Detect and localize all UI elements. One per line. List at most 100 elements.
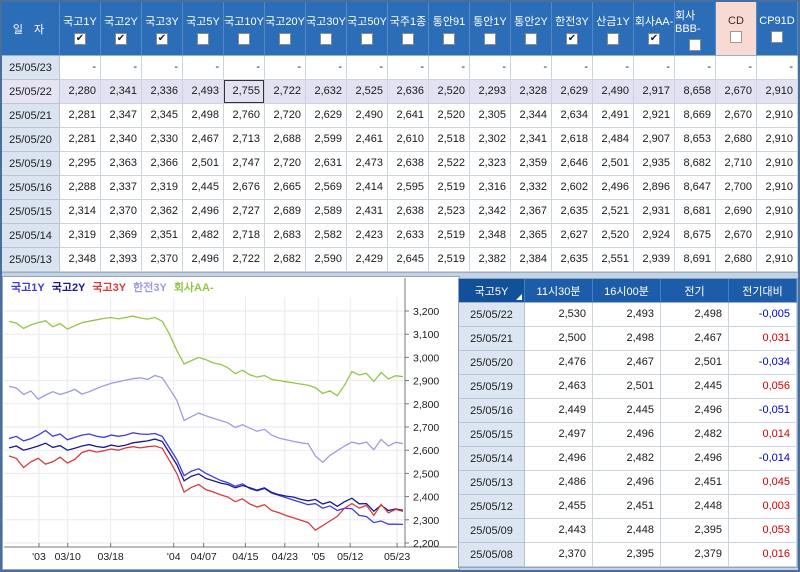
rate-cell[interactable]: 2,393: [101, 248, 142, 272]
rate-cell[interactable]: 2,302: [470, 128, 511, 152]
rate-cell[interactable]: -: [593, 56, 634, 80]
rate-cell[interactable]: 2,362: [142, 200, 183, 224]
rate-cell[interactable]: 2,461: [347, 128, 388, 152]
rate-cell[interactable]: 2,498: [183, 104, 224, 128]
rate-cell[interactable]: 2,602: [552, 176, 593, 200]
rate-cell[interactable]: 2,337: [101, 176, 142, 200]
row-date-cell[interactable]: 25/05/22: [2, 80, 60, 104]
rate-cell[interactable]: 2,328: [511, 80, 552, 104]
quote-1130-cell[interactable]: 2,476: [525, 351, 593, 375]
rate-cell[interactable]: 2,384: [511, 248, 552, 272]
column-header-5[interactable]: 국고10Y: [224, 2, 265, 56]
rate-cell[interactable]: 2,670: [716, 80, 757, 104]
quote-1600-cell[interactable]: 2,467: [593, 351, 661, 375]
rate-cell[interactable]: 2,760: [224, 104, 265, 128]
rate-cell[interactable]: 2,700: [716, 176, 757, 200]
quote-row-date-cell[interactable]: 25/05/22: [459, 303, 525, 327]
rate-cell[interactable]: 2,314: [60, 200, 101, 224]
rate-cell[interactable]: 2,341: [511, 128, 552, 152]
rate-cell[interactable]: 2,525: [347, 80, 388, 104]
quote-prev-cell[interactable]: 2,501: [661, 351, 729, 375]
rate-cell[interactable]: 2,348: [60, 248, 101, 272]
rate-cell[interactable]: -: [306, 56, 347, 80]
rate-cell[interactable]: 2,366: [142, 152, 183, 176]
rate-cell[interactable]: 2,520: [429, 80, 470, 104]
rate-cell[interactable]: 2,490: [593, 80, 634, 104]
rate-cell[interactable]: 2,629: [306, 104, 347, 128]
quote-column-header-3[interactable]: 전기: [661, 279, 729, 303]
row-date-cell[interactable]: 25/05/19: [2, 152, 60, 176]
quote-change-cell[interactable]: -0,051: [729, 399, 797, 423]
rate-cell[interactable]: 2,722: [265, 80, 306, 104]
rate-cell[interactable]: 2,520: [593, 224, 634, 248]
rate-cell[interactable]: 2,589: [306, 200, 347, 224]
quote-1600-cell[interactable]: 2,493: [593, 303, 661, 327]
rate-cell[interactable]: 2,382: [470, 248, 511, 272]
rate-cell[interactable]: 2,910: [757, 224, 798, 248]
rate-cell[interactable]: 2,720: [265, 152, 306, 176]
rate-cell[interactable]: 2,347: [101, 104, 142, 128]
quote-change-cell[interactable]: 0,014: [729, 423, 797, 447]
rate-cell[interactable]: 2,939: [634, 248, 675, 272]
rate-cell[interactable]: 2,646: [552, 152, 593, 176]
rate-cell[interactable]: 8,681: [675, 200, 716, 224]
quote-column-header-2[interactable]: 16시00분: [593, 279, 661, 303]
rate-cell[interactable]: 2,931: [634, 200, 675, 224]
rate-cell[interactable]: -: [224, 56, 265, 80]
row-date-cell[interactable]: 25/05/21: [2, 104, 60, 128]
quote-change-cell[interactable]: 0,003: [729, 495, 797, 519]
column-checkbox[interactable]: [443, 32, 455, 45]
quote-1130-cell[interactable]: 2,496: [525, 447, 593, 471]
rate-cell[interactable]: -: [388, 56, 429, 80]
quote-row-date-cell[interactable]: 25/05/20: [459, 351, 525, 375]
quote-prev-cell[interactable]: 2,451: [661, 471, 729, 495]
rate-cell[interactable]: 8,682: [675, 152, 716, 176]
rate-cell[interactable]: 2,370: [142, 248, 183, 272]
quote-change-cell[interactable]: 0,056: [729, 375, 797, 399]
rate-cell[interactable]: 2,627: [552, 224, 593, 248]
column-checkbox[interactable]: [197, 32, 209, 45]
rate-cell[interactable]: 2,689: [265, 200, 306, 224]
rate-cell[interactable]: -: [142, 56, 183, 80]
rate-cell[interactable]: 2,676: [224, 176, 265, 200]
rate-cell[interactable]: 2,910: [757, 80, 798, 104]
quote-change-cell[interactable]: 0,031: [729, 327, 797, 351]
rate-cell[interactable]: 2,363: [101, 152, 142, 176]
rate-cell[interactable]: 2,330: [142, 128, 183, 152]
quote-prev-cell[interactable]: 2,395: [661, 519, 729, 543]
rate-cell[interactable]: 2,431: [347, 200, 388, 224]
rate-cell[interactable]: 2,590: [306, 248, 347, 272]
rate-cell[interactable]: 2,910: [757, 104, 798, 128]
rate-cell[interactable]: 2,638: [388, 200, 429, 224]
rate-cell[interactable]: -: [470, 56, 511, 80]
rate-cell[interactable]: -: [634, 56, 675, 80]
rate-cell[interactable]: 2,491: [593, 104, 634, 128]
column-header-3[interactable]: 국고3Y ✔: [142, 2, 183, 56]
rate-cell[interactable]: -: [511, 56, 552, 80]
rate-cell[interactable]: 2,519: [429, 224, 470, 248]
rate-cell[interactable]: 2,351: [142, 224, 183, 248]
rate-cell[interactable]: 2,670: [716, 104, 757, 128]
rate-cell[interactable]: 2,747: [224, 152, 265, 176]
quote-row-date-cell[interactable]: 25/05/09: [459, 519, 525, 543]
rate-cell[interactable]: 2,332: [511, 176, 552, 200]
quote-1130-cell[interactable]: 2,530: [525, 303, 593, 327]
rate-cell[interactable]: 2,670: [716, 224, 757, 248]
column-checkbox[interactable]: [484, 32, 496, 45]
rate-cell[interactable]: 2,280: [60, 80, 101, 104]
quote-1600-cell[interactable]: 2,395: [593, 543, 661, 567]
rate-cell[interactable]: 8,658: [675, 80, 716, 104]
column-checkbox[interactable]: [730, 30, 742, 43]
rate-cell[interactable]: 2,924: [634, 224, 675, 248]
rate-cell[interactable]: 2,518: [429, 128, 470, 152]
column-header-14[interactable]: 산금1Y: [593, 2, 634, 56]
rate-cell[interactable]: 2,710: [716, 152, 757, 176]
rate-cell[interactable]: 2,359: [511, 152, 552, 176]
quote-prev-cell[interactable]: 2,379: [661, 543, 729, 567]
column-header-13[interactable]: 한전3Y ✔: [552, 2, 593, 56]
quote-change-cell[interactable]: -0,034: [729, 351, 797, 375]
quote-1600-cell[interactable]: 2,496: [593, 471, 661, 495]
rate-cell[interactable]: 2,519: [429, 248, 470, 272]
column-header-7[interactable]: 국고30Y: [306, 2, 347, 56]
rate-cell[interactable]: 8,647: [675, 176, 716, 200]
